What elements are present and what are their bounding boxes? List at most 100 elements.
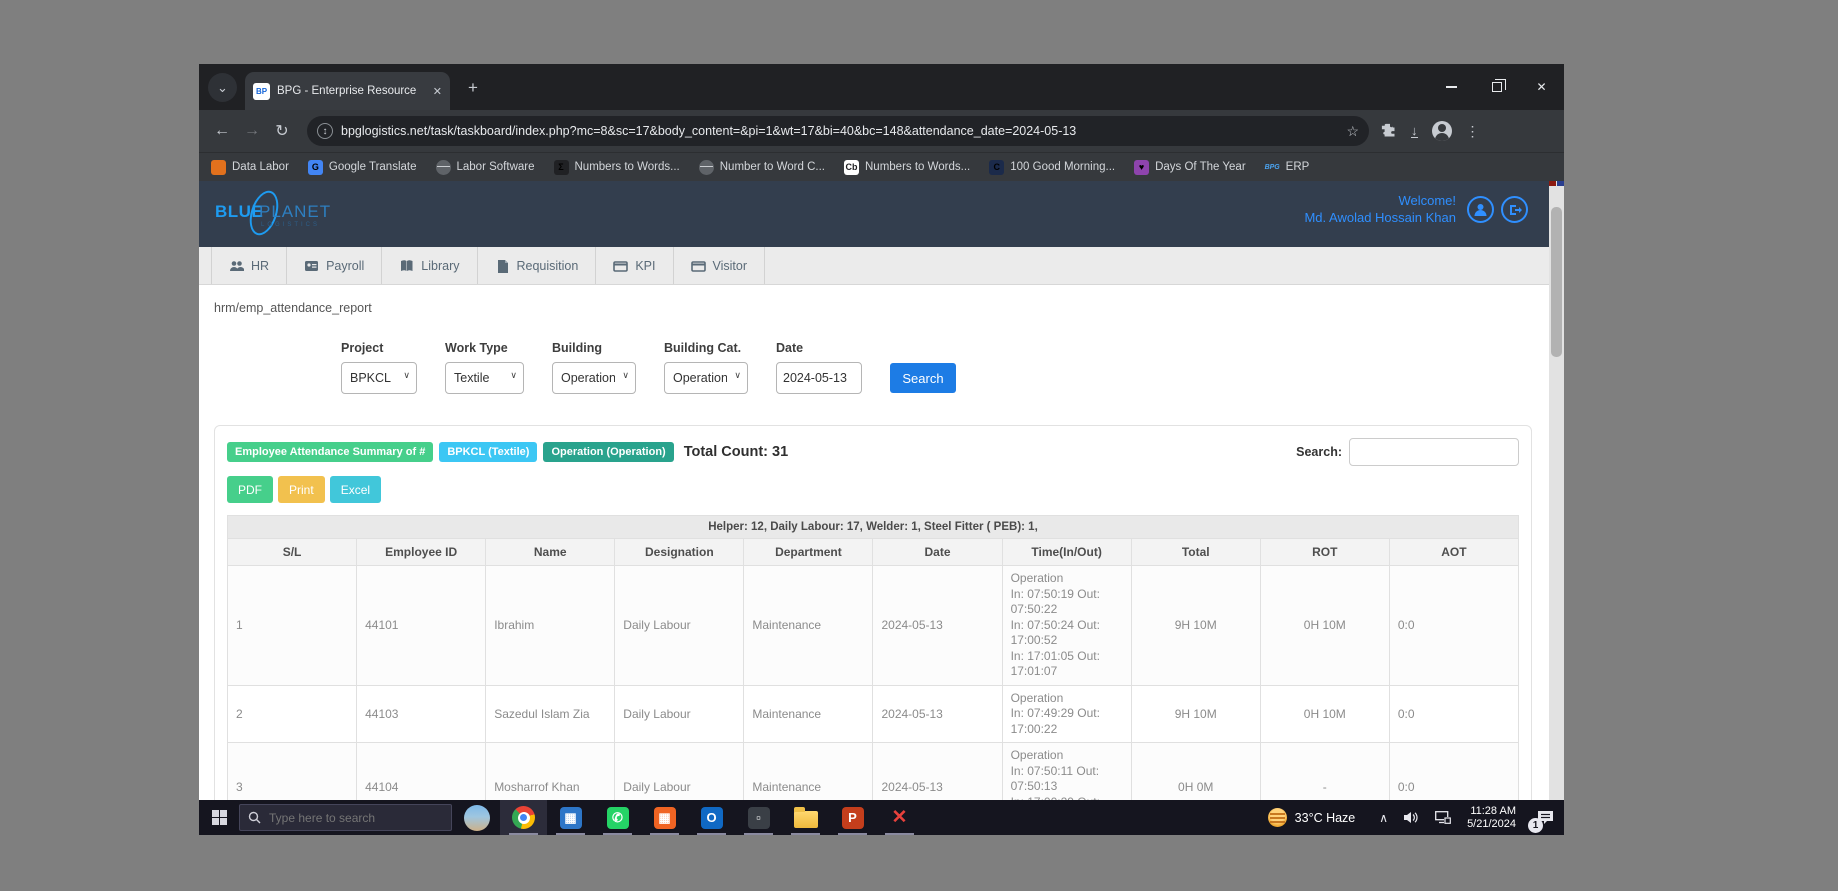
cell-rot: 0H 10M	[1259, 684, 1390, 743]
cell-sl: 2	[226, 684, 358, 743]
scrollbar-thumb[interactable]	[1551, 207, 1562, 357]
nav-item-hr[interactable]: HR	[211, 247, 288, 284]
cell-employee-id: 44101	[356, 565, 487, 686]
table-search-input[interactable]	[1349, 438, 1519, 466]
nav-item-label: Payroll	[326, 258, 365, 273]
nav-item-visitor[interactable]: Visitor	[674, 247, 766, 284]
bookmark-item[interactable]: Cb Numbers to Words...	[844, 159, 970, 175]
bookmark-item[interactable]: Data Labor	[211, 159, 289, 175]
user-profile-button[interactable]	[1467, 196, 1494, 223]
nav-item-payroll[interactable]: Payroll	[287, 247, 383, 284]
chrome-icon[interactable]	[500, 800, 547, 835]
site-settings-icon[interactable]: ↕	[317, 123, 333, 139]
bookmark-item[interactable]: ♥ Days Of The Year	[1134, 159, 1246, 175]
bookmark-item[interactable]: Labor Software	[435, 159, 535, 175]
sigma-icon: Σ	[553, 159, 569, 175]
outlook-icon-glyph: O	[700, 806, 723, 829]
print-export-button[interactable]: Print	[278, 476, 325, 503]
x-glyph: ✕	[891, 807, 908, 828]
blue-app-icon[interactable]: ▦	[547, 800, 594, 835]
orange-app-icon[interactable]: ▦	[641, 800, 688, 835]
breadcrumb: hrm/emp_attendance_report	[214, 301, 372, 315]
cell-date: 2024-05-13	[872, 684, 1003, 743]
table-row: 2 44103 Sazedul Islam Zia Daily Labour Maint…	[226, 684, 1520, 743]
cell-designation: Daily Labour	[614, 742, 745, 800]
search-button[interactable]: Search	[890, 363, 956, 393]
nav-item-library[interactable]: Library	[382, 247, 478, 284]
work-type-select[interactable]: Textile	[445, 362, 524, 394]
project-select[interactable]: BPKCL	[341, 362, 417, 394]
bookmark-star-icon[interactable]: ☆	[1346, 123, 1359, 140]
avatar	[1431, 121, 1452, 141]
translate-icon: G	[307, 159, 323, 175]
pdf-export-button[interactable]: PDF	[227, 476, 273, 503]
cell-employee-id: 44103	[356, 684, 487, 743]
tray-chevron-icon[interactable]: ∧	[1379, 811, 1388, 825]
nav-item-kpi[interactable]: KPI	[596, 247, 674, 284]
forward-button[interactable]: →	[237, 122, 267, 140]
date-input[interactable]	[776, 362, 862, 394]
reload-button[interactable]: ↻	[267, 121, 297, 141]
cell-total: 9H 10M	[1130, 565, 1261, 686]
nav-item-label: Visitor	[712, 258, 748, 273]
x-tool-icon[interactable]: ✕	[876, 800, 923, 835]
minimize-button[interactable]	[1429, 64, 1474, 110]
building-select[interactable]: Operation	[552, 362, 636, 394]
blue-planet-logo[interactable]: BLUE PLANET LOGISTICS	[215, 187, 345, 239]
table-row: 1 44101 Ibrahim Daily Labour Maintenance 2024…	[226, 565, 1520, 686]
cell-name: Mosharrof Khan	[485, 742, 616, 800]
outlook-icon[interactable]: O	[688, 800, 735, 835]
taskbar-search[interactable]	[239, 804, 452, 831]
extensions-icon[interactable]	[1381, 123, 1397, 139]
bookmarks-bar: Data Labor G Google Translate Labor Softwar…	[199, 152, 1564, 181]
column-header: Total	[1130, 538, 1261, 566]
nav-item-label: Requisition	[516, 258, 579, 273]
globe-icon	[435, 159, 451, 175]
page-scrollbar[interactable]	[1549, 181, 1564, 800]
bookmark-item[interactable]: G Google Translate	[307, 159, 417, 175]
building-cat-select[interactable]: Operation	[664, 362, 748, 394]
logout-icon	[1509, 204, 1522, 215]
attendance-table: Helper: 12, Daily Labour: 17, Welder: 1,…	[226, 515, 1520, 800]
close-button[interactable]: ✕	[1519, 64, 1564, 110]
dark-app-icon[interactable]: ▫	[735, 800, 782, 835]
browser-tab[interactable]: BP BPG - Enterprise Resource Plann ✕	[245, 72, 450, 110]
time-line: In: 07:50:24 Out: 17:00:52	[1010, 617, 1100, 648]
network-icon[interactable]	[1435, 811, 1452, 824]
bookmark-label: Labor Software	[456, 161, 535, 173]
downloads-icon[interactable]: ↓	[1411, 124, 1418, 138]
tab-search-button[interactable]: ⌄	[208, 73, 237, 102]
logout-button[interactable]	[1501, 196, 1528, 223]
back-button[interactable]: ←	[207, 122, 237, 140]
notification-center[interactable]: 1	[1528, 800, 1560, 835]
browser-menu-icon[interactable]: ⋮	[1466, 123, 1480, 140]
logo-word2: PLANET	[259, 202, 332, 221]
cell-rot: 0H 10M	[1259, 565, 1390, 686]
taskbar-search-input[interactable]	[269, 810, 429, 825]
weather-text[interactable]: 33°C Haze	[1295, 811, 1356, 825]
taskbar-clock[interactable]: 11:28 AM 5/21/2024	[1467, 805, 1516, 831]
whatsapp-icon[interactable]: ✆	[594, 800, 641, 835]
bookmark-label: 100 Good Morning...	[1010, 161, 1116, 173]
column-header: Designation	[614, 538, 745, 566]
excel-export-button[interactable]: Excel	[329, 476, 382, 503]
cell-time-in-out: Operation In: 07:50:19 Out: 07:50:22 In: 0…	[1001, 565, 1132, 686]
cb-icon: Cb	[844, 159, 859, 175]
start-button[interactable]	[199, 800, 239, 835]
speaker-icon[interactable]	[1404, 811, 1419, 824]
bookmark-item[interactable]: Σ Numbers to Words...	[553, 159, 680, 175]
restore-button[interactable]	[1474, 64, 1519, 110]
tab-close-icon[interactable]: ✕	[433, 85, 442, 98]
address-bar[interactable]: ↕ bpglogistics.net/task/taskboard/index.…	[307, 116, 1369, 146]
new-tab-button[interactable]: +	[461, 76, 485, 100]
column-header: S/L	[226, 538, 358, 566]
table-group-header: Helper: 12, Daily Labour: 17, Welder: 1,…	[227, 515, 1519, 539]
profile-avatar-icon[interactable]	[1431, 121, 1452, 141]
bookmark-item[interactable]: BPG ERP	[1265, 160, 1310, 175]
bookmark-item[interactable]: Number to Word C...	[698, 159, 825, 175]
nav-item-requisition[interactable]: Requisition	[478, 247, 597, 284]
folder-icon[interactable]	[782, 800, 829, 835]
bookmark-item[interactable]: C 100 Good Morning...	[989, 159, 1116, 175]
widgets-icon[interactable]	[464, 804, 490, 831]
red-app-icon[interactable]: P	[829, 800, 876, 835]
